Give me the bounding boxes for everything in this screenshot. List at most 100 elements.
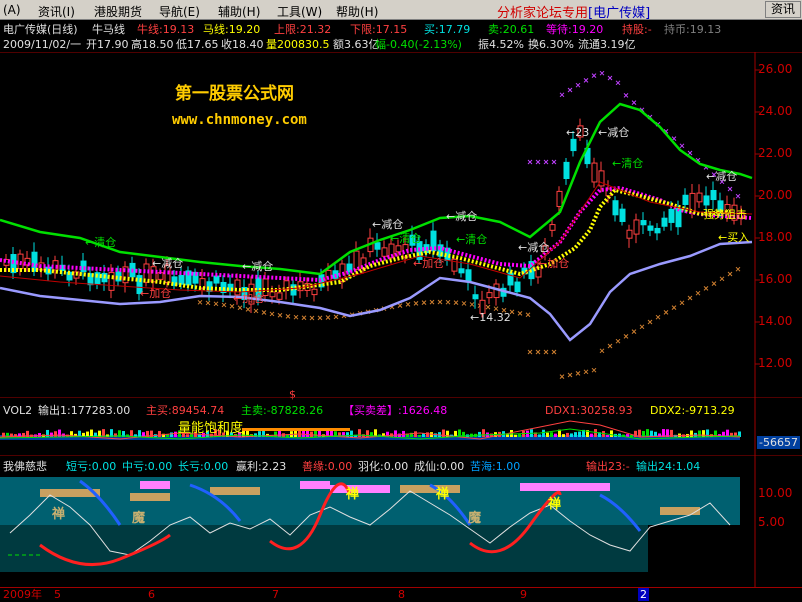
menu-item-a[interactable]: (A) (3, 3, 21, 17)
vol-bar (566, 432, 569, 437)
buddha-axis-value-2: 5.00 (758, 515, 785, 529)
vol-bar (690, 430, 693, 437)
buddha-mark-chan-4: 禅 (548, 497, 562, 512)
candle-body (269, 291, 276, 298)
buddha-axis-value: 10.00 (758, 486, 793, 500)
menu-item-assist[interactable]: 辅助(H) (218, 3, 260, 20)
price-tick-20: 20.00 (758, 188, 793, 202)
buddha-block (330, 485, 390, 493)
menu-item-hk-futures[interactable]: 港股期货 (94, 3, 142, 20)
niu-line-value: 牛线:19.13 (137, 23, 195, 36)
info-button[interactable]: 资讯 (765, 1, 801, 18)
lower-cross-mark (607, 343, 613, 349)
vol-saturation-label: 量能饱和度 (178, 421, 244, 436)
menu-item-help[interactable]: 帮助(H) (336, 3, 378, 20)
vol-bar (346, 432, 349, 437)
lower-cross-mark (527, 349, 533, 355)
upper-cross-mark (583, 78, 589, 83)
buddha-panel-chart[interactable] (0, 455, 802, 587)
candle-body (395, 245, 402, 253)
annotation-jiacang-3: ←加仓 (413, 257, 445, 270)
lower-cross-mark (591, 367, 597, 373)
lower-cross-mark (639, 324, 645, 330)
vol-out1: 输出1:177283.00 (38, 404, 131, 417)
vol-bar (318, 430, 321, 437)
candle-body (647, 225, 654, 231)
buddha-zhongqi: 中亏:0.00 (122, 460, 173, 473)
lower-cross-mark (567, 372, 573, 378)
buddha-block (140, 481, 170, 489)
menu-bar: (A) 资讯(I) 港股期货 导航(E) 辅助(H) 工具(W) 帮助(H) 分… (0, 0, 802, 21)
vol-bar (590, 433, 593, 437)
price-tick-16: 16.00 (758, 272, 793, 286)
candle-body (640, 220, 647, 226)
lower-cross-mark (309, 315, 315, 321)
lower-cross-mark (631, 329, 637, 334)
price-tick-18: 18.00 (758, 230, 793, 244)
lower-cross-mark (559, 374, 565, 379)
candle-body (563, 161, 570, 180)
candle-body (591, 162, 598, 183)
brand-label: 分析家论坛专用[电广传媒] (497, 6, 651, 21)
annotation-qingcang-1: ←清仓 (85, 236, 117, 249)
lower-cross-mark (469, 302, 475, 307)
vol-bar (426, 432, 429, 437)
vol-bar (606, 434, 609, 437)
lower-cross-mark (221, 302, 227, 308)
date-axis-month-5: 5 (54, 588, 61, 601)
candle-body (458, 268, 465, 274)
buddha-block (300, 481, 330, 489)
vol-main-buy: 主买:89454.74 (146, 404, 225, 417)
lower-cross-mark (517, 311, 523, 316)
lower-cross-mark (237, 305, 243, 311)
lower-cross-mark (429, 299, 435, 305)
hold-stock-value: 持股:- (622, 23, 652, 36)
vol-bar (562, 434, 565, 437)
buddha-changqi: 长亏:0.00 (178, 460, 229, 473)
vol-bar (246, 430, 249, 437)
lower-cross-mark (695, 290, 701, 296)
watermark-url: www.chnmoney.com (172, 112, 307, 128)
lower-cross-mark (599, 348, 605, 354)
upper-cross-mark (567, 87, 573, 93)
lower-cross-mark (445, 299, 451, 305)
date-axis-month-6: 6 (148, 588, 155, 601)
lower-cross-mark (525, 312, 531, 318)
lower-cross-mark (719, 276, 725, 282)
vol-bar (514, 434, 517, 437)
vol-bar (306, 430, 309, 437)
vol-bar (610, 430, 613, 437)
quote-amplitude: 振4.52% (478, 38, 524, 51)
menu-item-info[interactable]: 资讯(I) (38, 3, 75, 20)
lower-cross-mark (647, 319, 653, 325)
quote-date: 2009/11/02/一 (3, 38, 82, 51)
lower-cross-mark (453, 300, 459, 305)
lower-limit-value: 下限:17.15 (350, 23, 408, 36)
lower-cross-mark (245, 306, 251, 312)
vol-bar (58, 429, 61, 437)
buddha-mark-chan-1: 禅 (52, 507, 66, 522)
date-axis-month-8: 8 (398, 588, 405, 601)
lower-cross-mark (551, 349, 557, 355)
quote-volume: 量200830.5 (266, 38, 330, 51)
buddha-block (660, 507, 700, 515)
annotation-qingcang-4: ←清仓 (612, 157, 644, 170)
buddha-kuhai: 苦海:1.00 (470, 460, 521, 473)
menu-item-navigate[interactable]: 导航(E) (159, 3, 200, 20)
upper-cross-mark (623, 93, 629, 98)
vol-bar (54, 431, 57, 437)
candle-body (465, 269, 472, 282)
vol-bar (138, 430, 141, 437)
lower-cross-mark (615, 338, 621, 344)
upper-cross-mark (527, 159, 533, 165)
vol-bar (170, 432, 173, 437)
annotation-low-mark: ←14.32 (470, 311, 511, 324)
annotation-jiancang-1: ←减仓 (152, 257, 184, 270)
menu-item-tools[interactable]: 工具(W) (277, 3, 322, 20)
date-axis-cursor[interactable]: 2 (638, 588, 649, 601)
vol-bar (546, 432, 549, 437)
lower-band-line (0, 240, 753, 342)
vol-bar (130, 430, 133, 437)
upper-cross-mark (615, 80, 621, 86)
vol-bar (418, 434, 421, 437)
